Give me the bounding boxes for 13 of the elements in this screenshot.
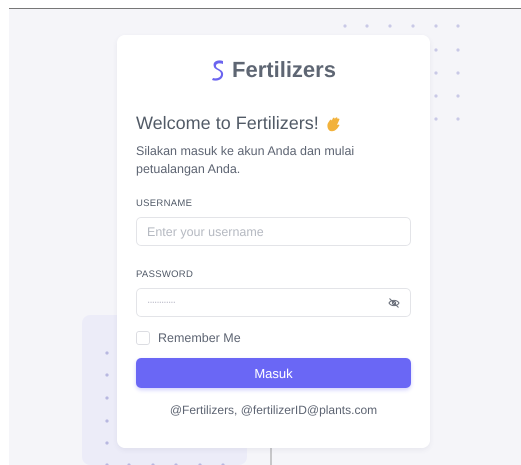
field-label: PASSWORD: [136, 269, 194, 280]
username-field[interactable]: Enter your username: [136, 217, 411, 246]
logo-icon: [211, 59, 226, 81]
field-label: USERNAME: [136, 198, 194, 209]
contact-text: @Fertilizers, @fertilizerID@plants.com: [168, 403, 378, 417]
password-field[interactable]: ············: [136, 288, 411, 317]
checkbox-label: Remember Me: [158, 331, 241, 345]
eye-slash-icon[interactable]: [388, 296, 400, 308]
login-button[interactable]: Masuk: [136, 358, 411, 388]
welcome-heading: Welcome to Fertilizers!: [136, 113, 319, 134]
remember-checkbox[interactable]: [136, 331, 150, 345]
brand-name: Fertilizers: [232, 57, 336, 83]
subtitle: Silakan masuk ke akun Anda dan mulai petualangan Anda.: [136, 143, 356, 178]
